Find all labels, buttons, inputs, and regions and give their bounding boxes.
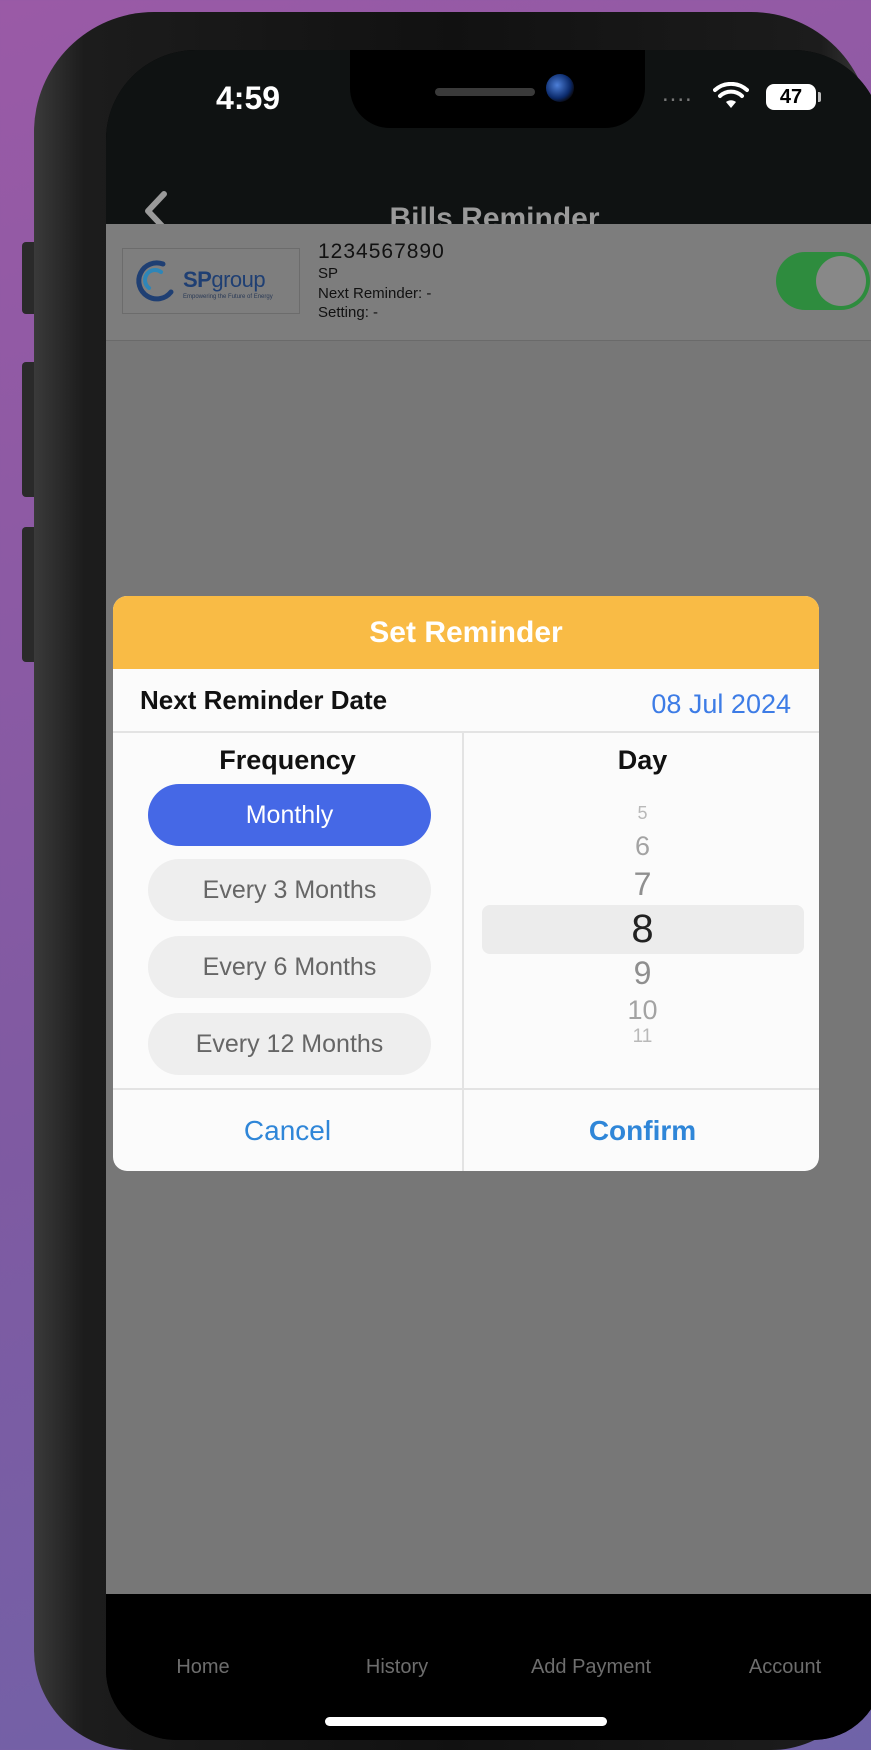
day-picker-item[interactable]: 7 [466, 866, 819, 903]
day-column: Day 5 6 7 8 9 10 11 [466, 733, 819, 1088]
frequency-title: Frequency [219, 745, 356, 775]
camera-icon [546, 74, 574, 102]
frequency-option-12-months[interactable]: Every 12 Months [148, 1013, 431, 1075]
logo-tagline: Empowering the Future of Energy [183, 294, 273, 300]
setting-text: Setting: - [318, 304, 379, 321]
frequency-column: Frequency Monthly Every 3 Months Every 6… [113, 733, 464, 1088]
biller-name: SP [318, 265, 339, 282]
tab-add-payment[interactable]: Add Payment [494, 1656, 688, 1679]
tab-home[interactable]: Home [106, 1656, 300, 1679]
battery-tip [818, 92, 821, 102]
dialog-title: Set Reminder [113, 596, 819, 669]
account-number: 1234567890 [318, 240, 445, 263]
dialog-actions: Cancel Confirm [113, 1090, 819, 1171]
next-reminder-date-label: Next Reminder Date [140, 685, 388, 715]
home-indicator[interactable] [325, 1717, 607, 1726]
day-title: Day [617, 745, 668, 775]
sp-logo-swirl-icon [136, 260, 174, 302]
tab-history[interactable]: History [300, 1656, 494, 1679]
frequency-option-monthly[interactable]: Monthly [148, 784, 431, 846]
day-picker-item-selected[interactable]: 8 [466, 907, 819, 952]
speaker-grille [435, 88, 535, 96]
reminder-options: Frequency Monthly Every 3 Months Every 6… [113, 733, 819, 1090]
cancel-button[interactable]: Cancel [113, 1090, 464, 1171]
tab-bar: Home History Add Payment Account [106, 1594, 871, 1740]
frequency-option-6-months[interactable]: Every 6 Months [148, 936, 431, 998]
tab-account[interactable]: Account [688, 1656, 871, 1679]
set-reminder-dialog: Set Reminder Next Reminder Date 08 Jul 2… [113, 596, 819, 1171]
day-picker-item[interactable]: 11 [466, 1026, 819, 1044]
next-reminder-date-value: 08 Jul 2024 [651, 689, 791, 719]
frequency-option-3-months[interactable]: Every 3 Months [148, 859, 431, 921]
day-picker-item[interactable]: 9 [466, 955, 819, 992]
signal-icon: .... [662, 80, 693, 107]
day-picker-item[interactable]: 6 [466, 831, 819, 862]
wifi-icon [713, 82, 749, 108]
battery-icon: 47 [766, 84, 816, 110]
day-picker-item[interactable]: 5 [466, 803, 819, 824]
logo-text: SPgroup [183, 267, 266, 292]
confirm-button[interactable]: Confirm [466, 1090, 819, 1171]
reminder-toggle[interactable] [776, 252, 870, 310]
next-reminder-text: Next Reminder: - [318, 285, 432, 302]
day-picker-item[interactable]: 10 [466, 995, 819, 1026]
biller-logo: SPgroup Empowering the Future of Energy [122, 248, 300, 314]
notch [350, 50, 645, 128]
next-reminder-date-row: Next Reminder Date 08 Jul 2024 [113, 669, 819, 733]
status-time: 4:59 [216, 80, 281, 116]
bill-row[interactable]: SPgroup Empowering the Future of Energy … [106, 224, 871, 341]
toggle-knob [816, 256, 866, 306]
